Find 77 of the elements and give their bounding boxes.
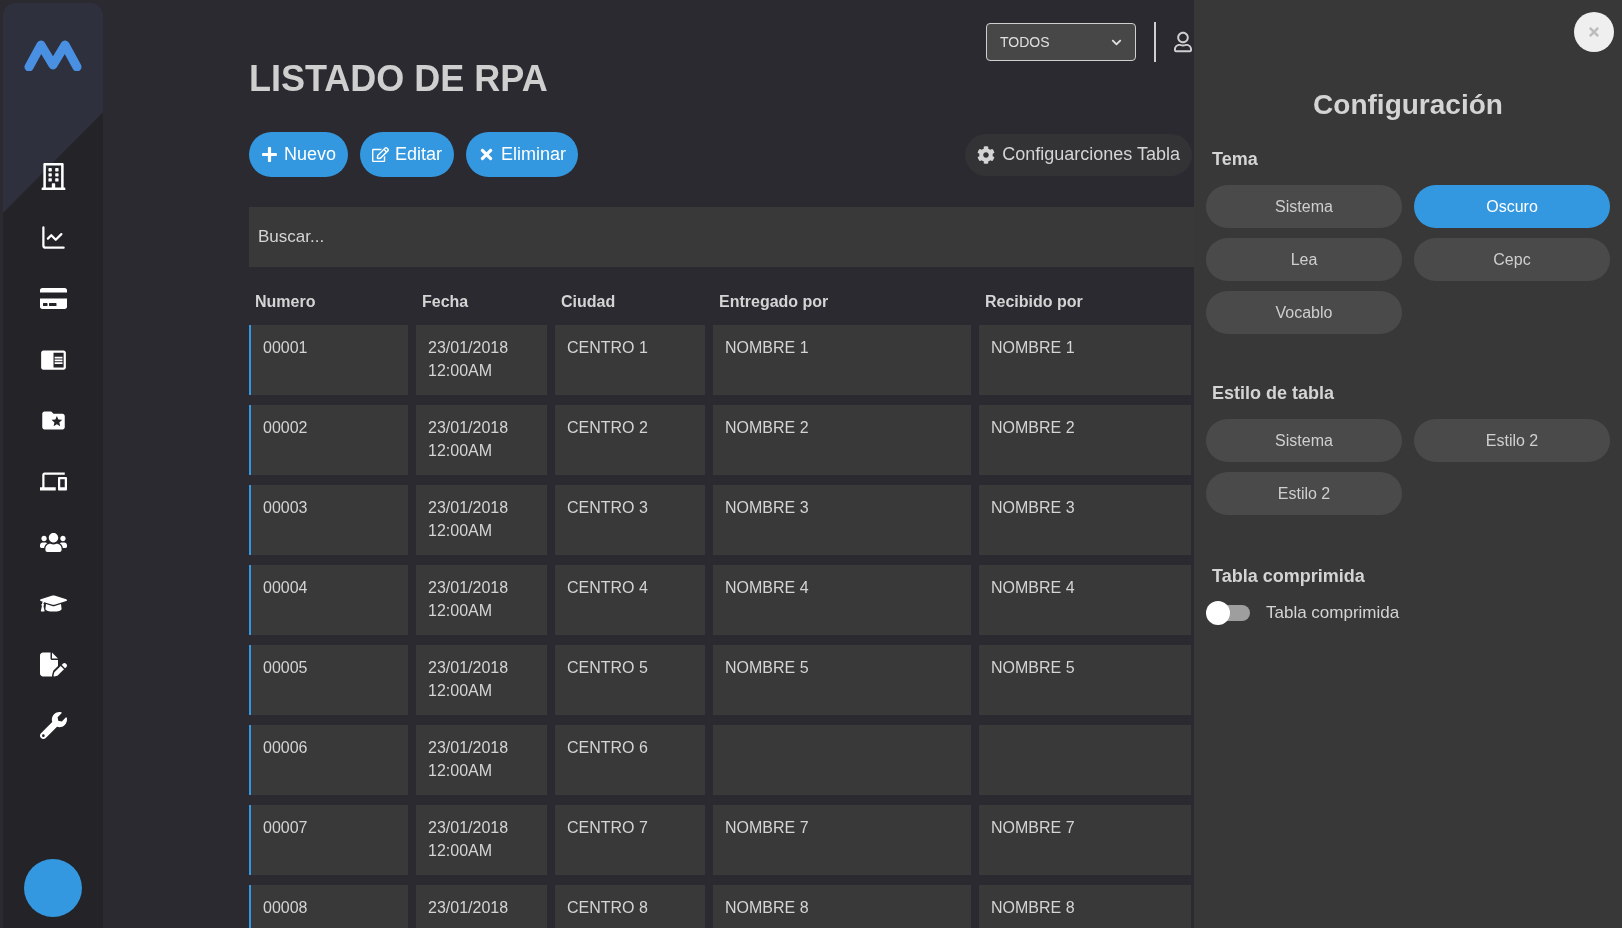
table-cell: NOMBRE 2 [979,405,1191,475]
new-button[interactable]: Nuevo [249,132,349,177]
table-cell: NOMBRE 4 [713,565,971,635]
table-cell: CENTRO 5 [555,645,705,715]
panel-title: Configuración [1313,88,1503,122]
table-cell: CENTRO 4 [555,565,705,635]
edit-icon [372,146,390,163]
table-cell: 23/01/2018 12:00AM [416,645,547,715]
search-field[interactable]: Buscar... [249,207,1194,267]
table-cell: CENTRO 8 [555,885,705,928]
table-cell: CENTRO 2 [555,405,705,475]
table-cell: 23/01/2018 12:00AM [416,725,547,795]
column-header: Ciudad [561,293,616,310]
table-cell: 00002 [249,405,408,475]
table-cell: CENTRO 1 [555,325,705,395]
delete-button[interactable]: Eliminar [466,132,579,177]
section-label: Estilo de tabla [1212,382,1336,405]
table-cell: NOMBRE 8 [979,885,1191,928]
filter-select[interactable]: TODOS [986,23,1136,61]
table-cell: 23/01/2018 12:00AM [416,485,547,555]
page-title: LISTADO DE RPA [249,57,549,101]
table-cell: NOMBRE 2 [713,405,971,475]
user-icon[interactable] [1174,31,1192,53]
toggle-label: Tabla comprimida [1266,602,1400,624]
table-cell: 23/01/2018 [416,885,547,928]
table-cell: NOMBRE 3 [979,485,1191,555]
table-cell: 00008 [249,885,408,928]
option-button[interactable]: Oscuro [1414,185,1610,228]
line-chart-icon[interactable] [39,224,67,251]
table-cell: NOMBRE 5 [713,645,971,715]
table-settings-button[interactable]: Configuarciones Tabla [965,133,1192,176]
section-label: Tema [1212,148,1259,171]
table-cell: 23/01/2018 12:00AM [416,325,547,395]
table-cell: 00007 [249,805,408,875]
option-button[interactable]: Sistema [1206,419,1402,462]
option-button[interactable]: Lea [1206,238,1402,281]
table-cell: NOMBRE 7 [979,805,1191,875]
column-header: Entregado por [719,293,829,310]
table-cell: NOMBRE 1 [713,325,971,395]
column-header: Recibido por [985,293,1083,310]
table-cell: 00004 [249,565,408,635]
table-cell: 00003 [249,485,408,555]
column-header: Numero [255,293,316,310]
settings-icon [977,145,996,164]
table-cell: NOMBRE 4 [979,565,1191,635]
table-cell: 23/01/2018 12:00AM [416,565,547,635]
table-cell: NOMBRE 3 [713,485,971,555]
table-cell: NOMBRE 8 [713,885,971,928]
table-cell: CENTRO 3 [555,485,705,555]
building-icon[interactable] [39,163,67,190]
table-cell: 23/01/2018 12:00AM [416,805,547,875]
table-cell: 00005 [249,645,408,715]
plus-icon [261,146,278,163]
close-icon [1587,25,1601,39]
option-button[interactable]: Estilo 2 [1206,472,1402,515]
table-cell: 23/01/2018 12:00AM [416,405,547,475]
section-label: Tabla comprimida [1212,565,1366,588]
avatar[interactable] [24,859,82,917]
credit-card-icon[interactable] [39,285,67,312]
table-cell: NOMBRE 7 [713,805,971,875]
option-button[interactable]: Vocablo [1206,291,1402,334]
column-header: Fecha [422,293,469,310]
file-pen-icon[interactable] [39,651,67,678]
option-button[interactable]: Estilo 2 [1414,419,1610,462]
table-cell: NOMBRE 5 [979,645,1191,715]
logo-icon [23,39,83,71]
table-cell: NOMBRE 1 [979,325,1191,395]
close-button[interactable] [1574,12,1614,52]
table-cell: 00006 [249,725,408,795]
table-cell: 00001 [249,325,408,395]
option-button[interactable]: Sistema [1206,185,1402,228]
table-cell: CENTRO 6 [555,725,705,795]
toggle-switch[interactable] [1206,600,1250,625]
option-button[interactable]: Cepc [1414,238,1610,281]
edit-button[interactable]: Editar [360,132,455,177]
wrench-icon[interactable] [39,712,67,739]
table-cell: CENTRO 7 [555,805,705,875]
